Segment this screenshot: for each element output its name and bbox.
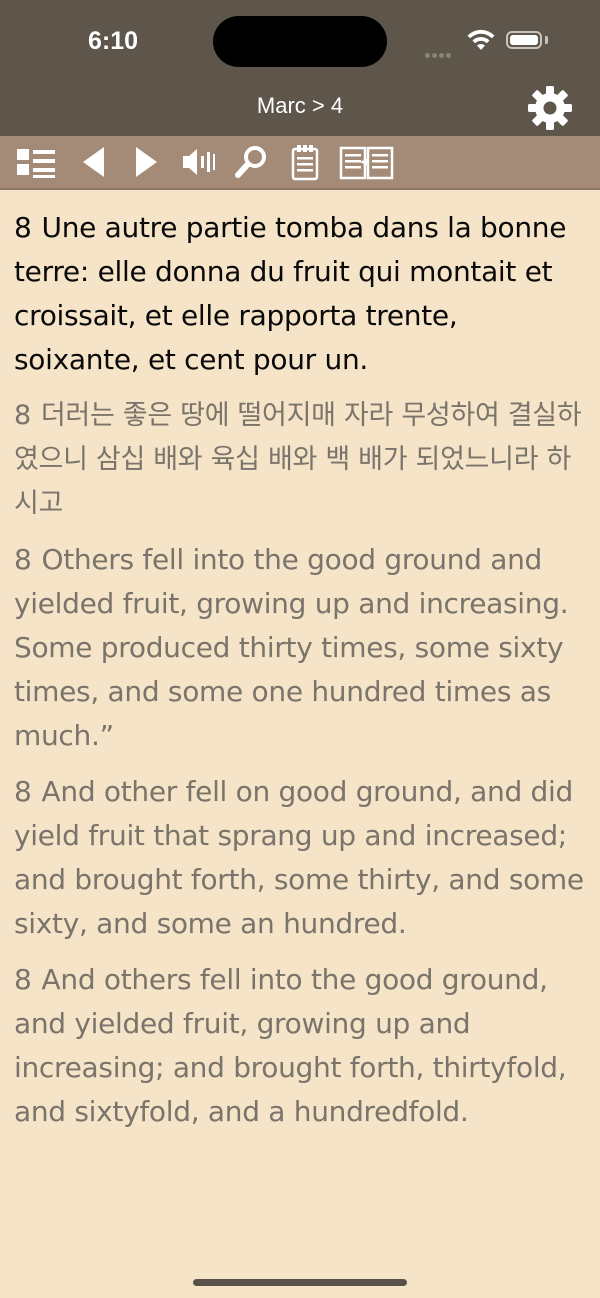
search-icon[interactable] [230,142,274,182]
status-time: 6:10 [88,27,139,55]
verse-number: 8 [14,775,32,808]
verse-number: 8 [14,963,32,996]
dynamic-island [213,16,387,67]
verse-text: 더러는 좋은 땅에 떨어지매 자라 무성하여 결실하였으니 삼십 배와 육십 배… [14,400,582,519]
verse-text: Others fell into the good ground and yie… [14,543,569,752]
verse-text: And others fell into the good ground, an… [14,963,567,1128]
toolbar [0,136,600,190]
navigation-bar: Marc > 4 [0,80,600,136]
verse-number: 8 [14,400,31,431]
previous-icon[interactable] [72,142,116,182]
verse-number: 8 [14,211,32,244]
verse-english-3[interactable]: 8 And others fell into the good ground, a… [14,958,586,1134]
next-icon[interactable] [124,142,168,182]
verse-english-1[interactable]: 8 Others fell into the good ground and yi… [14,538,586,758]
verse-korean[interactable]: 8 더러는 좋은 땅에 떨어지매 자라 무성하여 결실하였으니 삼십 배와 육십 … [14,394,586,526]
notes-icon[interactable] [283,142,327,182]
wifi-icon [466,28,496,56]
speaker-icon[interactable] [176,142,220,182]
verse-number: 8 [14,543,32,576]
home-indicator[interactable] [193,1279,407,1286]
battery-icon [506,31,542,49]
gear-icon[interactable] [525,83,575,133]
status-bar: 6:10 [0,0,600,80]
cellular-signal-icon [425,43,453,62]
verse-english-2[interactable]: 8 And other fell on good ground, and did … [14,770,586,946]
compare-icon[interactable] [338,142,394,182]
list-icon[interactable] [14,142,58,182]
verse-text: And other fell on good ground, and did y… [14,775,584,940]
verse-french[interactable]: 8 Une autre partie tomba dans la bonne te… [14,206,586,382]
verse-text: Une autre partie tomba dans la bonne ter… [14,211,567,376]
page-title[interactable]: Marc > 4 [0,93,600,119]
battery-cap [545,36,548,44]
verse-list: 8 Une autre partie tomba dans la bonne te… [14,206,586,1146]
